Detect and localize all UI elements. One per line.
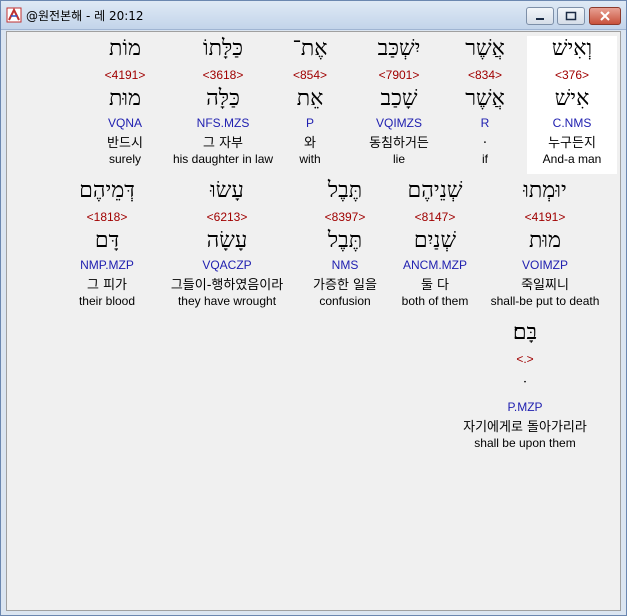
- strong-number: <.>: [516, 352, 534, 366]
- parsing-code: NMP.MZP: [80, 258, 134, 272]
- app-window: @원전본해 - 레 20:12 וְאִישׁ <376> אִישׁ C.NMS 누구…: [0, 0, 627, 616]
- close-button[interactable]: [589, 7, 621, 25]
- word-block[interactable]: עָשׂוּ <6213> עָשָׂה VQACZP 그들이-행하였음이라 they h…: [157, 178, 297, 314]
- minimize-icon: [536, 18, 544, 20]
- strong-number: <4191>: [104, 68, 146, 82]
- english-gloss: surely: [108, 152, 141, 166]
- word-block[interactable]: מוֹת <4191> מוּת VQNA 반드시 surely: [55, 36, 195, 172]
- lemma: ּ: [425, 370, 620, 396]
- lemma: מוּת: [108, 86, 142, 111]
- english-gloss: they have wrought: [177, 294, 277, 308]
- english-gloss: shall be upon them: [474, 436, 576, 450]
- word-block[interactable]: בָּם׃ <.>ּ P.MZP 자기에게로 돌아가리라shall be upon t…: [425, 320, 620, 456]
- parsing-code: VQNA: [107, 116, 142, 130]
- title-bar[interactable]: @원전본해 - 레 20:12: [1, 1, 626, 30]
- strong-number: <1818>: [86, 210, 128, 224]
- korean-gloss: 그들이-행하였음이라: [170, 278, 284, 293]
- window-title: @원전본해 - 레 20:12: [26, 9, 144, 23]
- korean-gloss: 자기에게로 돌아가리라: [463, 420, 587, 435]
- hebrew-word: מוֹת: [108, 36, 142, 61]
- hebrew-word: דְּמֵיהֶם: [79, 178, 135, 203]
- interlinear-panel: וְאִישׁ <376> אִישׁ C.NMS 누구든지 And-a man אֲשֶׁ…: [6, 31, 621, 611]
- strong-number: <6213>: [206, 210, 248, 224]
- maximize-button[interactable]: [557, 7, 585, 25]
- hebrew-word: בָּם׃: [512, 320, 538, 345]
- lemma: דָּם: [94, 228, 120, 253]
- minimize-button[interactable]: [526, 7, 554, 25]
- english-gloss: their blood: [78, 294, 136, 308]
- app-logo-icon: [6, 7, 22, 23]
- parsing-code: VQACZP: [202, 258, 252, 272]
- maximize-icon: [565, 11, 577, 21]
- korean-gloss: 반드시: [107, 136, 143, 151]
- hebrew-word: עָשׂוּ: [210, 178, 244, 203]
- lemma: עָשָׂה: [206, 228, 248, 253]
- word-block[interactable]: דְּמֵיהֶם <1818> דָּם NMP.MZP 그 피가 their bloo…: [37, 178, 177, 314]
- parsing-code: P.MZP: [507, 400, 543, 414]
- close-icon: [600, 11, 610, 21]
- korean-gloss: 그 피가: [86, 278, 127, 293]
